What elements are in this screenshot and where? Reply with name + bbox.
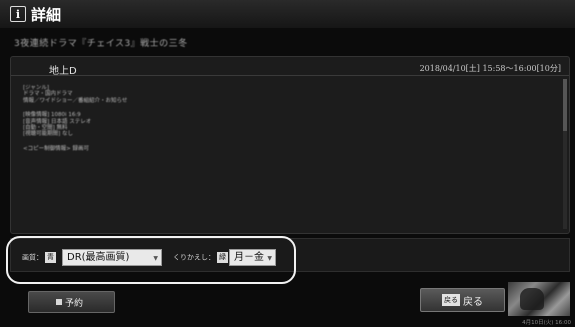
- detail-block-copy: <コピー制御情報> 録画可: [23, 146, 523, 152]
- detail-line: <コピー制御情報> 録画可: [23, 145, 89, 152]
- back-button-label: 戻る: [463, 296, 483, 308]
- thumbnail-figure: [520, 288, 544, 310]
- back-key-icon: 戻る: [442, 294, 460, 306]
- back-button[interactable]: 戻る 戻る: [420, 288, 505, 312]
- panel-divider: [11, 75, 569, 76]
- title-bar: i 詳細: [0, 0, 575, 28]
- detail-line: 情報／ワイドショー／番組紹介・お知らせ: [23, 97, 128, 104]
- clock-text: 4月10日(火) 16:00: [522, 320, 571, 326]
- program-details: [ジャンル] ドラマ・国内ドラマ 情報／ワイドショー／番組紹介・お知らせ [映像…: [23, 85, 523, 160]
- page-title: 詳細: [31, 5, 62, 24]
- broadcast-datetime: 2018/04/10[土] 15:58～16:00[10分]: [419, 64, 561, 73]
- square-icon: [56, 299, 62, 305]
- detail-scrollbar[interactable]: [563, 79, 567, 229]
- detail-line: [視聴可能期間] なし: [23, 131, 74, 138]
- video-thumbnail: [508, 282, 570, 316]
- program-title: 3夜連続ドラマ『チェイス3』戦士の三冬: [14, 39, 188, 49]
- reserve-button-label: 予約: [65, 298, 84, 309]
- scrollbar-thumb[interactable]: [563, 79, 567, 131]
- reserve-button[interactable]: 予約: [28, 291, 115, 313]
- detail-panel: 地上D 2018/04/10[土] 15:58～16:00[10分] [ジャンル…: [10, 56, 570, 234]
- info-icon: i: [10, 6, 26, 22]
- detail-block-genre: [ジャンル] ドラマ・国内ドラマ 情報／ワイドショー／番組紹介・お知らせ: [23, 85, 523, 104]
- highlight-callout: [6, 236, 296, 284]
- detail-block-format: [映像情報] 1080i 16:9 [音声情報] 日本語 ステレオ [自動・空間…: [23, 112, 523, 138]
